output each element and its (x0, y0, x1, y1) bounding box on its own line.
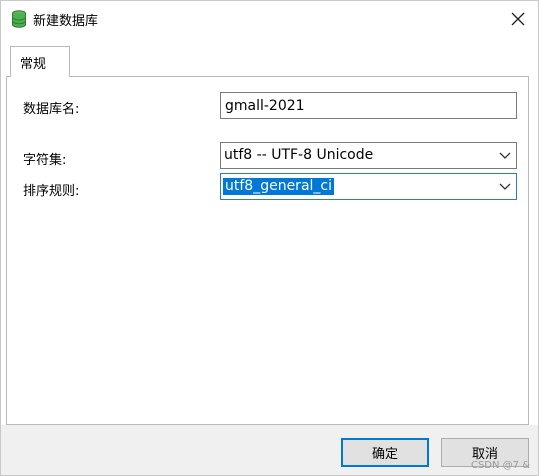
tab-page-general: 数据库名: 字符集: utf8 -- UTF-8 Unicode 排序规则: u… (6, 76, 529, 425)
close-icon (511, 12, 525, 26)
chevron-down-icon (499, 152, 511, 159)
db-name-label: 数据库名: (23, 102, 80, 117)
tab-general[interactable]: 常规 (10, 46, 70, 77)
collation-label: 排序规则: (23, 184, 80, 199)
charset-select[interactable]: utf8 -- UTF-8 Unicode (220, 142, 517, 169)
window-title: 新建数据库 (33, 14, 99, 29)
charset-label: 字符集: (23, 153, 67, 168)
collation-select[interactable]: utf8_general_ci (220, 173, 517, 200)
watermark: CSDN @7 & (470, 460, 530, 471)
database-icon (12, 10, 26, 28)
title-bar: 新建数据库 (1, 1, 538, 37)
dialog-footer: 确定 取消 CSDN @7 & (1, 425, 538, 475)
chevron-down-icon (499, 183, 511, 190)
dialog-window: 新建数据库 常规 数据库名: 字符集: utf8 -- UTF-8 Unicod… (0, 0, 539, 476)
tab-label: 常规 (20, 57, 47, 72)
tab-strip: 常规 (6, 44, 533, 77)
charset-value: utf8 -- UTF-8 Unicode (224, 147, 374, 163)
ok-button[interactable]: 确定 (341, 438, 429, 467)
close-button[interactable] (506, 7, 530, 31)
collation-value: utf8_general_ci (223, 178, 334, 195)
db-name-input[interactable] (220, 92, 517, 119)
